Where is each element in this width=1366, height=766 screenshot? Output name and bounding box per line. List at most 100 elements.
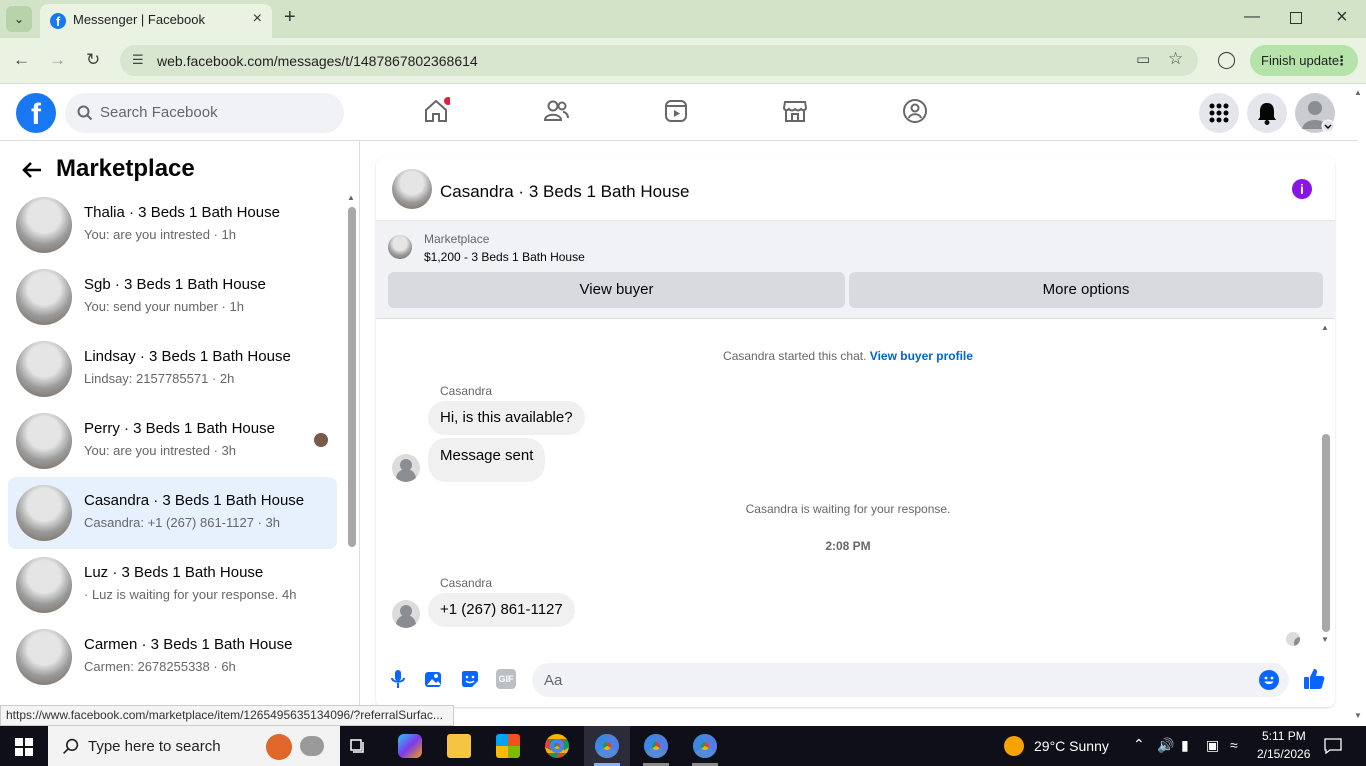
sender-name: Casandra [440, 576, 493, 590]
info-icon[interactable]: i [1292, 179, 1312, 199]
notifications-bell-icon[interactable] [1247, 93, 1287, 133]
minimize-icon[interactable]: — [1244, 8, 1260, 26]
message-bubble[interactable]: +1 (267) 861-1127 [428, 593, 575, 627]
taskbar-search-input[interactable]: Type here to search [48, 726, 340, 766]
taskbar-search-placeholder: Type here to search [88, 738, 221, 755]
conversation-item-active[interactable]: Casandra · 3 Beds 1 Bath House Casandra:… [8, 477, 337, 549]
chat-panel: Casandra · 3 Beds 1 Bath House i Marketp… [376, 157, 1335, 707]
facebook-logo-icon[interactable]: f [16, 93, 56, 133]
link-status-bar: https://www.facebook.com/marketplace/ite… [0, 705, 454, 726]
clock-date[interactable]: 2/15/2026 [1257, 747, 1310, 761]
back-arrow-icon[interactable] [22, 161, 42, 179]
listing-thumbnail [16, 269, 72, 325]
search-icon [77, 105, 93, 121]
listing-thumbnail [16, 557, 72, 613]
conversation-name: Perry · 3 Beds 1 Bath House [84, 420, 275, 437]
photo-icon[interactable] [424, 669, 444, 689]
home-icon[interactable] [422, 97, 450, 125]
menu-grid-icon[interactable] [1199, 93, 1239, 133]
chrome-icon[interactable] [693, 734, 717, 758]
back-icon[interactable]: ← [13, 50, 30, 70]
clock-time[interactable]: 5:11 PM [1262, 729, 1306, 743]
reload-icon[interactable]: ↻ [86, 50, 100, 70]
sender-avatar[interactable] [392, 454, 420, 482]
task-view-icon[interactable] [350, 737, 368, 755]
emoji-icon[interactable] [1259, 670, 1279, 690]
sidebar-scrollbar[interactable] [348, 207, 356, 547]
conversation-name: Sgb · 3 Beds 1 Bath House [84, 276, 266, 293]
close-window-icon[interactable]: × [1336, 6, 1348, 29]
site-info-icon[interactable]: ☰ [132, 52, 144, 68]
url-text: web.facebook.com/messages/t/148786780236… [157, 53, 478, 69]
view-buyer-profile-link[interactable]: View buyer profile [870, 349, 973, 363]
conversation-item[interactable]: Sgb · 3 Beds 1 Bath House You: send your… [8, 261, 337, 333]
microsoft-store-icon[interactable] [496, 734, 520, 758]
view-buyer-button[interactable]: View buyer [388, 272, 845, 308]
new-tab-icon[interactable]: + [284, 6, 296, 29]
message-bubble[interactable]: Message sent [428, 438, 546, 482]
chat-scrollbar[interactable] [1322, 434, 1330, 632]
chrome-icon[interactable] [644, 734, 668, 758]
sender-avatar[interactable] [392, 600, 420, 628]
gif-icon[interactable]: GIF [496, 669, 516, 689]
weather-text[interactable]: 29°C Sunny [1034, 738, 1109, 754]
microphone-icon[interactable] [388, 669, 408, 689]
chrome-icon[interactable] [545, 734, 569, 758]
marketplace-icon[interactable] [781, 97, 809, 125]
scroll-up-arrow-icon[interactable]: ▲ [1321, 323, 1329, 332]
conversation-item[interactable]: Perry · 3 Beds 1 Bath House You: are you… [8, 405, 337, 477]
copilot-icon[interactable] [398, 734, 422, 758]
listing-thumbnail [16, 413, 72, 469]
search-input[interactable]: Search Facebook [65, 93, 344, 133]
scroll-up-arrow-icon[interactable]: ▲ [347, 193, 355, 202]
account-avatar[interactable] [1295, 93, 1335, 133]
wifi-icon[interactable]: ≈ [1230, 737, 1238, 753]
forward-icon[interactable]: → [49, 50, 66, 70]
bookmark-star-icon[interactable]: ☆ [1168, 49, 1183, 69]
conversation-item[interactable]: Lindsay · 3 Beds 1 Bath House Lindsay: 2… [8, 333, 337, 405]
message-input[interactable]: Aa [532, 663, 1289, 697]
page-scroll-up-icon[interactable]: ▲ [1354, 88, 1362, 97]
profile-icon[interactable]: ◯ [1217, 50, 1236, 70]
listing-title[interactable]: $1,200 - 3 Beds 1 Bath House [424, 250, 585, 264]
windows-start-icon[interactable] [15, 738, 33, 756]
conversation-item[interactable]: Carmen · 3 Beds 1 Bath House Carmen: 267… [8, 621, 337, 693]
conversation-name: Carmen · 3 Beds 1 Bath House [84, 636, 293, 653]
conversation-preview: You: send your number · 1h [84, 299, 244, 314]
message-bubble[interactable]: Hi, is this available? [428, 401, 585, 435]
chat-started-notice: Casandra started this chat. View buyer p… [376, 349, 1320, 363]
network-icon[interactable]: ▣ [1206, 737, 1219, 754]
scroll-down-arrow-icon[interactable]: ▼ [1321, 635, 1329, 644]
video-icon[interactable] [662, 97, 690, 125]
finish-update-button[interactable]: Finish update ⋮ [1250, 45, 1358, 76]
search-icon [63, 738, 79, 754]
volume-icon[interactable]: 🔊 [1157, 737, 1174, 754]
page-scroll-down-icon[interactable]: ▼ [1354, 711, 1362, 720]
tab-search-chevron-icon[interactable]: ⌄ [6, 6, 32, 32]
friends-icon[interactable] [542, 97, 570, 125]
more-options-button[interactable]: More options [849, 272, 1323, 308]
restore-icon[interactable] [1290, 12, 1302, 24]
chat-avatar[interactable] [392, 169, 432, 209]
menu-kebab-icon: ⋮ [1335, 53, 1348, 68]
chat-title[interactable]: Casandra · 3 Beds 1 Bath House [440, 182, 689, 202]
chrome-icon[interactable] [595, 734, 619, 758]
sticker-icon[interactable] [460, 669, 480, 689]
close-tab-icon[interactable]: × [253, 10, 262, 28]
install-app-icon[interactable]: ▭ [1136, 50, 1150, 68]
facebook-favicon-icon: f [50, 13, 66, 29]
show-hidden-icons-icon[interactable]: ⌃ [1133, 736, 1145, 753]
battery-icon[interactable]: ▮ [1181, 737, 1189, 754]
conversation-item[interactable]: Thalia · 3 Beds 1 Bath House You: are yo… [8, 189, 337, 261]
thumbs-up-icon[interactable] [1302, 667, 1326, 691]
weather-sun-icon[interactable] [1004, 736, 1024, 756]
file-explorer-icon[interactable] [447, 734, 471, 758]
browser-titlebar: ⌄ f Messenger | Facebook × + — × [0, 0, 1366, 38]
browser-tab[interactable]: f Messenger | Facebook × [40, 4, 272, 38]
browser-toolbar: ← → ↻ ☰ web.facebook.com/messages/t/1487… [0, 38, 1366, 84]
notification-center-icon[interactable] [1324, 737, 1342, 755]
address-bar[interactable]: ☰ web.facebook.com/messages/t/1487867802… [120, 45, 1198, 76]
groups-icon[interactable] [901, 97, 929, 125]
listing-thumbnail [16, 197, 72, 253]
conversation-item[interactable]: Luz · 3 Beds 1 Bath House · Luz is waiti… [8, 549, 337, 621]
